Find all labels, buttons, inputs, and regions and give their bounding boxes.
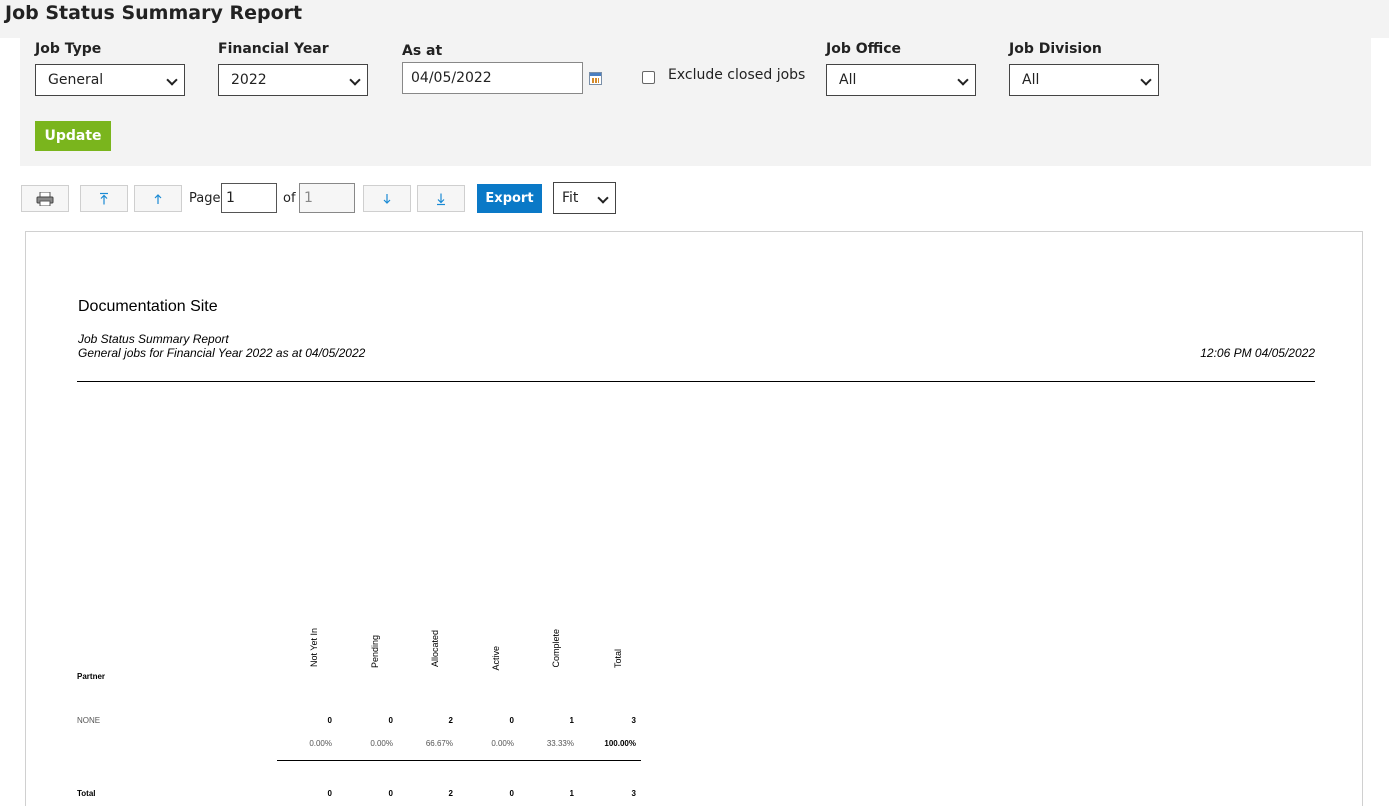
- filter-panel: Job Type General Financial Year 2022 As …: [20, 38, 1371, 166]
- report-subtitle: General jobs for Financial Year 2022 as …: [78, 346, 366, 360]
- total-count: 0: [509, 789, 514, 798]
- cell-percent: 0.00%: [309, 739, 332, 748]
- report-divider: [77, 381, 1315, 382]
- cell-percent: 0.00%: [370, 739, 393, 748]
- report-site-name: Documentation Site: [78, 298, 218, 315]
- current-page-input[interactable]: 1: [221, 183, 277, 213]
- total-count: 2: [448, 789, 453, 798]
- cell-count: 1: [569, 716, 574, 725]
- total-count: 0: [388, 789, 393, 798]
- total-count: 0: [327, 789, 332, 798]
- job-division-label: Job Division: [1009, 41, 1102, 57]
- update-button[interactable]: Update: [35, 121, 111, 151]
- job-type-value: General: [48, 72, 104, 88]
- report-timestamp: 12:06 PM 04/05/2022: [1200, 346, 1315, 360]
- job-type-label: Job Type: [35, 41, 102, 57]
- total-count: 1: [569, 789, 574, 798]
- chevron-down-icon: [1140, 74, 1152, 86]
- chevron-down-icon: [166, 74, 178, 86]
- print-button[interactable]: [21, 185, 69, 212]
- job-type-select[interactable]: General: [35, 64, 185, 96]
- cell-count: 0: [327, 716, 332, 725]
- page-title: Job Status Summary Report: [5, 2, 303, 24]
- col-header-total: Total: [613, 649, 623, 669]
- financial-year-select[interactable]: 2022: [218, 64, 368, 96]
- job-office-label: Job Office: [826, 41, 902, 57]
- col-header-pending: Pending: [370, 635, 380, 669]
- cell-percent: 100.00%: [604, 739, 636, 748]
- cell-count: 0: [509, 716, 514, 725]
- job-division-select[interactable]: All: [1009, 64, 1159, 96]
- col-header-complete: Complete: [551, 629, 561, 668]
- cell-count: 2: [448, 716, 453, 725]
- col-header-not-yet-in: Not Yet In: [309, 628, 319, 668]
- first-page-icon: [100, 192, 108, 204]
- chevron-down-icon: [597, 192, 609, 204]
- chevron-down-icon: [349, 74, 361, 86]
- next-page-button[interactable]: [363, 185, 411, 212]
- printer-icon: [36, 191, 54, 206]
- row-header-partner: Partner: [77, 672, 106, 681]
- job-office-value: All: [839, 72, 857, 88]
- table-divider: [277, 760, 641, 761]
- zoom-value: Fit: [562, 190, 579, 206]
- exclude-closed-label[interactable]: Exclude closed jobs: [668, 67, 805, 83]
- cell-percent: 66.67%: [425, 739, 453, 748]
- job-office-select[interactable]: All: [826, 64, 976, 96]
- job-division-value: All: [1022, 72, 1040, 88]
- col-header-allocated: Allocated: [430, 630, 440, 668]
- as-at-label: As at: [402, 43, 443, 59]
- cell-count: 0: [388, 716, 393, 725]
- financial-year-value: 2022: [231, 72, 267, 88]
- page-label: Page: [189, 191, 221, 206]
- previous-page-icon: [154, 193, 162, 204]
- cell-percent: 33.33%: [546, 739, 574, 748]
- export-button[interactable]: Export: [477, 184, 542, 213]
- calendar-icon[interactable]: [589, 72, 602, 85]
- report-viewer: Documentation Site Job Status Summary Re…: [25, 231, 1363, 806]
- first-page-button[interactable]: [80, 185, 128, 212]
- cell-count: 3: [631, 716, 636, 725]
- zoom-select[interactable]: Fit: [553, 182, 616, 214]
- chevron-down-icon: [957, 74, 969, 86]
- exclude-closed-checkbox[interactable]: [642, 71, 655, 84]
- row-label-total: Total: [77, 789, 96, 798]
- page-header: Job Status Summary Report: [0, 0, 1389, 38]
- last-page-button[interactable]: [417, 185, 465, 212]
- row-label-none: NONE: [77, 716, 101, 725]
- previous-page-button[interactable]: [134, 185, 182, 212]
- as-at-date-input[interactable]: 04/05/2022: [402, 62, 583, 94]
- last-page-icon: [437, 193, 445, 205]
- total-pages-field: 1: [299, 183, 355, 213]
- col-header-active: Active: [491, 646, 501, 671]
- cell-percent: 0.00%: [491, 739, 514, 748]
- report-title: Job Status Summary Report: [78, 332, 229, 346]
- total-count: 3: [631, 789, 636, 798]
- financial-year-label: Financial Year: [218, 41, 329, 57]
- next-page-icon: [383, 193, 391, 204]
- of-label: of: [283, 191, 296, 206]
